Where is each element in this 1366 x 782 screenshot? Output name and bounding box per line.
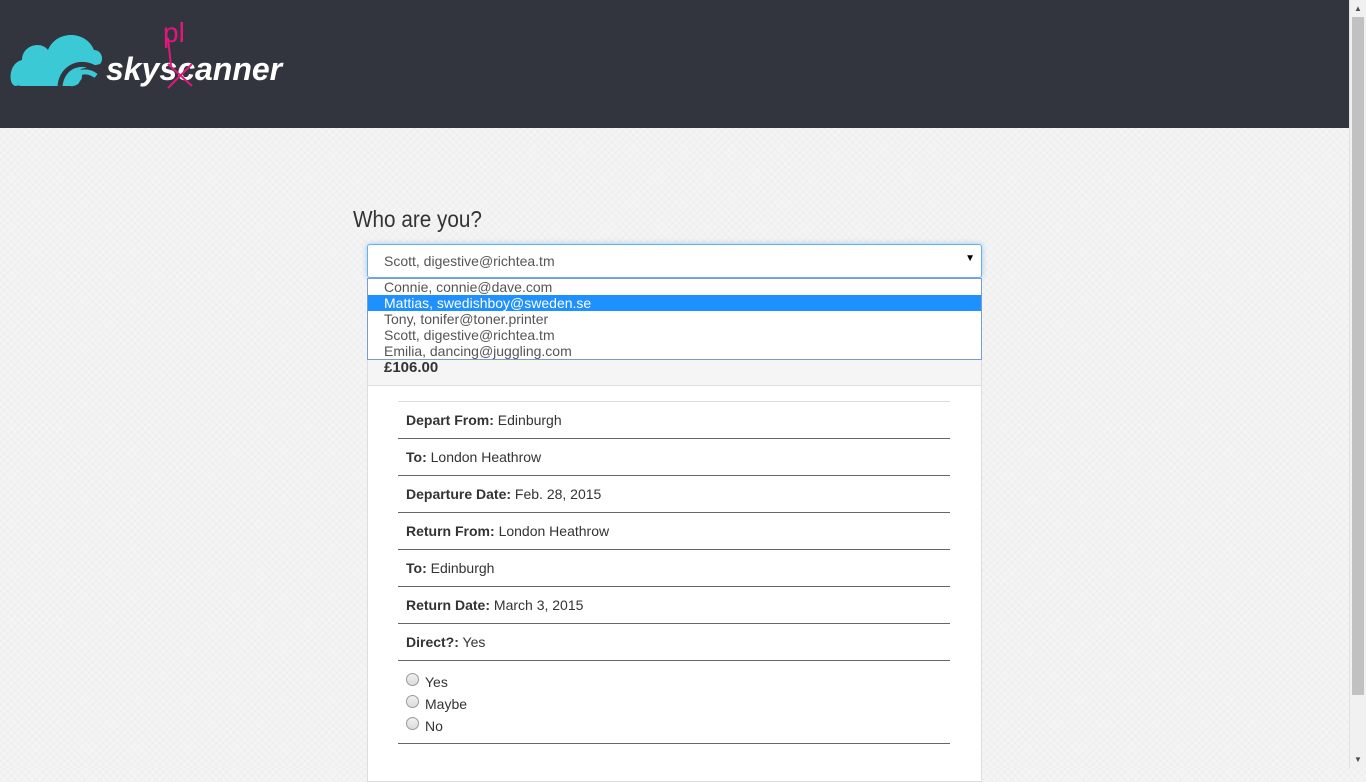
detail-label: Direct?:: [406, 634, 459, 650]
radio-button[interactable]: [406, 716, 419, 730]
select-option-highlighted[interactable]: Mattias, swedishboy@sweden.se: [368, 295, 981, 311]
logo-graphic: skyscanner pl: [10, 17, 284, 89]
detail-value: Feb. 28, 2015: [514, 486, 602, 502]
radio-no[interactable]: No: [406, 715, 950, 737]
site-header: skyscanner pl: [0, 0, 1349, 128]
detail-row-return-to: To: Edinburgh: [398, 549, 950, 586]
select-current-value: Scott, digestive@richtea.tm: [384, 253, 555, 269]
logo-annotation: pl: [163, 17, 185, 48]
select-option[interactable]: Connie, connie@dave.com: [368, 279, 981, 295]
detail-value: Edinburgh: [497, 412, 562, 428]
detail-value: London Heathrow: [430, 449, 542, 465]
detail-row-depart-from: Depart From: Edinburgh: [398, 401, 950, 438]
detail-label: To:: [406, 449, 427, 465]
radio-button[interactable]: [406, 672, 419, 686]
radio-button[interactable]: [406, 694, 419, 708]
detail-row-departure-date: Departure Date: Feb. 28, 2015: [398, 475, 950, 512]
detail-row-return-from: Return From: London Heathrow: [398, 512, 950, 549]
user-select[interactable]: Scott, digestive@richtea.tm ▼: [367, 244, 982, 278]
select-option[interactable]: Scott, digestive@richtea.tm: [368, 327, 981, 343]
page-title: Who are you?: [353, 206, 482, 232]
user-select-options: Connie, connie@dave.com Mattias, swedish…: [367, 278, 982, 360]
radio-label: Maybe: [425, 696, 468, 712]
dropdown-arrow-icon[interactable]: ▼: [965, 253, 975, 264]
logo-wordmark: skyscanner: [106, 51, 284, 87]
detail-label: Return From:: [406, 523, 495, 539]
radio-yes[interactable]: Yes: [406, 671, 950, 693]
select-option[interactable]: Emilia, dancing@juggling.com: [368, 343, 981, 359]
detail-value: London Heathrow: [498, 523, 610, 539]
scrollbar-thumb[interactable]: [1352, 17, 1364, 695]
price-text: £106.00: [384, 359, 439, 376]
detail-label: Return Date:: [406, 597, 491, 613]
detail-row-return-date: Return Date: March 3, 2015: [398, 586, 950, 623]
skyscanner-logo[interactable]: skyscanner pl: [8, 8, 288, 98]
scroll-up-icon[interactable]: ▲: [1350, 0, 1366, 17]
vertical-scrollbar[interactable]: ▲ ▼: [1349, 0, 1366, 768]
radio-label: Yes: [425, 674, 448, 690]
flight-details: Depart From: Edinburgh To: London Heathr…: [398, 401, 950, 744]
detail-value: March 3, 2015: [493, 597, 584, 613]
detail-label: Departure Date:: [406, 486, 512, 502]
detail-label: To:: [406, 560, 427, 576]
detail-row-to: To: London Heathrow: [398, 438, 950, 475]
detail-label: Depart From:: [406, 412, 494, 428]
flight-card: £106.00 Depart From: Edinburgh To: Londo…: [367, 352, 982, 782]
radio-label: No: [425, 718, 443, 734]
select-option[interactable]: Tony, tonifer@toner.printer: [368, 311, 981, 327]
detail-value: Yes: [462, 634, 486, 650]
detail-value: Edinburgh: [430, 560, 495, 576]
response-radio-group: Yes Maybe No: [398, 660, 950, 744]
scroll-down-icon[interactable]: ▼: [1350, 751, 1366, 768]
detail-row-direct: Direct?: Yes: [398, 623, 950, 660]
radio-maybe[interactable]: Maybe: [406, 693, 950, 715]
